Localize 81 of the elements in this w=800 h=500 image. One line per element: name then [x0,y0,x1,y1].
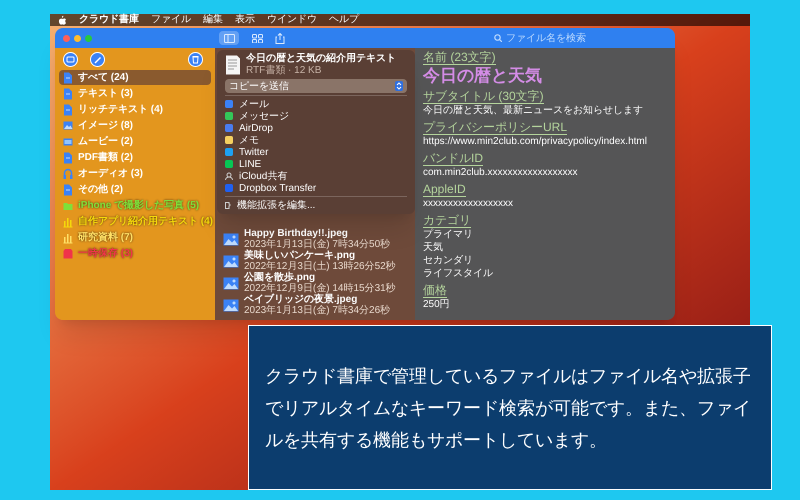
image-file-icon [223,232,239,246]
field-label: AppleID [423,182,466,197]
sidebar-item[interactable]: すべて (24) [59,70,211,85]
message-app-icon [225,112,233,120]
drive-icon[interactable] [63,52,78,67]
field-value: 天気 [423,242,444,254]
headphones-icon [63,168,73,180]
file-name[interactable]: Happy Birthday!!.jpeg [244,228,390,239]
field-label: プライバシーポリシーURL [423,120,568,135]
document-thumbnail-icon [225,55,241,75]
dropbox-app-icon [225,184,233,192]
share-target[interactable]: AirDrop [225,122,407,134]
menu-item[interactable]: ウインドウ [267,15,317,25]
field-value: com.min2club.xxxxxxxxxxxxxxxxxx [423,167,578,179]
search-field[interactable]: ファイル名を検索 [506,30,596,46]
grid-icon [252,34,262,42]
search-icon [494,34,502,42]
field-value: セカンダリ [423,255,474,267]
file-meta: RTF書類 · 12 KB [246,65,322,77]
share-icon[interactable] [275,32,285,44]
field-value: xxxxxxxxxxxxxxxxxx [423,198,514,210]
file-name[interactable]: ベイブリッジの夜景.jpeg [244,294,390,305]
file-date: 2023年1月13日(金) 7時34分50秒 [244,239,390,250]
field-label: バンドルID [423,151,483,166]
chat-app-icon [225,160,233,168]
tray-icon [63,248,73,260]
trash-icon[interactable] [188,52,203,67]
sidebar-icon [224,34,234,42]
share-target[interactable]: Twitter [225,146,407,158]
field-value: https://www.min2club.com/privacypolicy/index.html [423,136,648,148]
field-title: 今日の暦と天気 [423,65,543,86]
person-icon [225,172,233,180]
file-date: 2022年12月9日(金) 14時15分31秒 [244,283,396,294]
share-mode-dropdown[interactable]: コピーを送信 [225,79,407,93]
field-label: 価格 [423,283,447,298]
share-target[interactable]: メール [225,98,407,110]
mail-app-icon [225,100,233,108]
file-title: 今日の暦と天気の紹介用テキスト [246,53,396,64]
document-icon [63,72,73,84]
field-label: サブタイトル (30文字) [423,89,544,104]
share-target[interactable]: iCloud共有 [225,170,407,182]
airdrop-app-icon [225,124,233,132]
chevron-updown-icon [395,81,403,91]
menu-item[interactable]: 編集 [203,15,223,25]
document-icon [63,104,73,116]
field-value: 今日の暦と天気、最新ニュースをお知らせします [423,105,644,117]
pencil-icon[interactable] [90,52,105,67]
file-name[interactable]: 美味しいパンケーキ.png [244,250,396,261]
caption-text: クラウド書庫で管理しているファイルはファイル名や拡張子でリアルタイムなキーワード検索が可能です。また、ファイルを共有する機能もサポートしています。 [265,364,752,452]
apple-logo-icon[interactable] [58,15,67,25]
document-icon [63,184,73,196]
field-value: 250円 [423,299,451,311]
field-value: プライマリ [423,229,474,241]
bird-app-icon [225,148,233,156]
sidebar-view-button[interactable] [219,31,239,45]
field-value: ライフスタイル [423,268,494,280]
field-label: 名前 (23文字) [423,50,496,65]
bar-chart-icon [63,216,73,228]
document-icon [63,152,73,164]
image-icon [63,120,73,132]
menu-item[interactable]: ファイル [151,15,191,25]
menu-item[interactable]: 表示 [235,15,255,25]
menu-item[interactable]: ヘルプ [329,15,359,25]
file-date: 2022年12月3日(土) 13時26分52秒 [244,261,396,272]
share-target[interactable]: Dropbox Transfer [225,182,407,194]
image-file-icon [223,276,239,290]
image-file-icon [223,298,239,312]
share-target[interactable]: メモ [225,134,407,146]
extension-icon [225,200,231,210]
document-icon [63,88,73,100]
file-date: 2023年1月13日(金) 7時34分26秒 [244,305,390,316]
film-icon [63,136,73,148]
menu-app-name[interactable]: クラウド書庫 [79,15,139,25]
share-target[interactable]: メッセージ [225,110,407,122]
share-target[interactable]: LINE [225,158,407,170]
field-label: カテゴリ [423,213,471,228]
image-file-icon [223,254,239,268]
file-name[interactable]: 公園を散歩.png [244,272,396,283]
bar-chart-icon [63,232,73,244]
notes-app-icon [225,136,233,144]
edit-extensions-item[interactable]: 機能拡張を編集... [225,199,407,211]
